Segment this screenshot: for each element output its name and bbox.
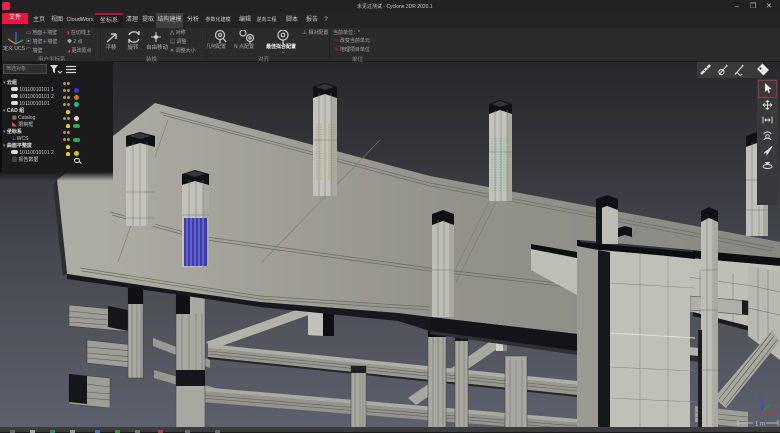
svg-text:Z: Z bbox=[758, 395, 761, 401]
